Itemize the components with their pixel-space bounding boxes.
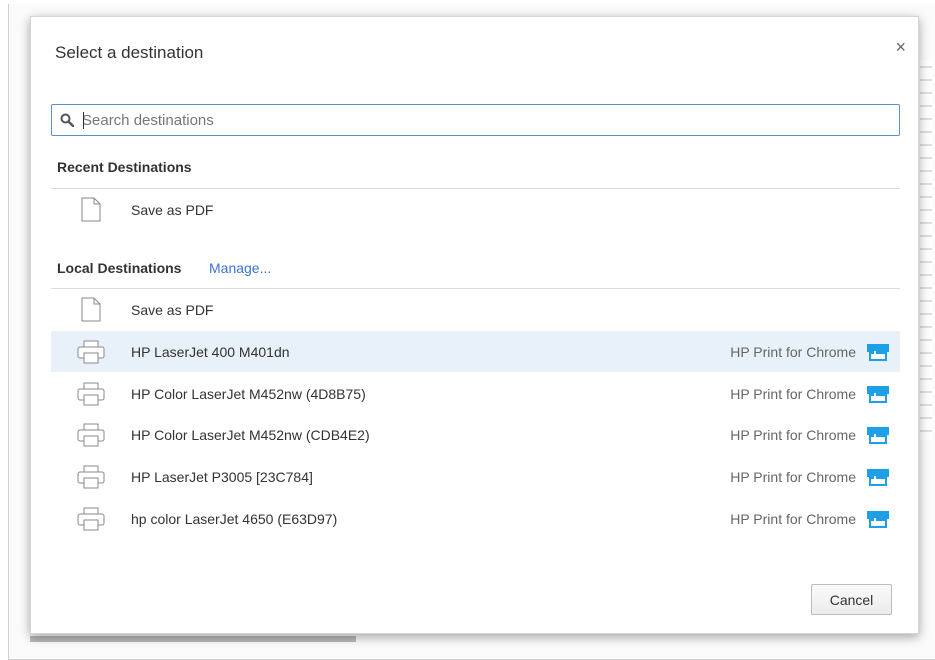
destination-label: HP Color LaserJet M452nw (CDB4E2) [131, 426, 370, 443]
extension-label: HP Print for Chrome [730, 468, 856, 485]
hp-print-extension-icon [867, 385, 889, 403]
recent-destinations-heading: Recent Destinations [57, 159, 192, 175]
destination-label: HP LaserJet 400 M401dn [131, 343, 290, 360]
background-page-text [920, 60, 932, 440]
local-item-printer[interactable]: HP Color LaserJet M452nw (4D8B75) HP Pri… [51, 373, 900, 414]
dialog-title: Select a destination [55, 43, 204, 62]
printer-icon [77, 507, 105, 530]
destination-dialog: Select a destination × Recent Destinatio… [30, 16, 919, 634]
local-item-printer[interactable]: HP LaserJet P3005 [23C784] HP Print for … [51, 456, 900, 497]
extension-label: HP Print for Chrome [730, 510, 856, 527]
hp-print-extension-icon [867, 343, 889, 361]
local-item-save-as-pdf[interactable]: Save as PDF [51, 289, 900, 330]
destination-label: Save as PDF [131, 201, 214, 218]
destination-label: Save as PDF [131, 301, 214, 318]
recent-item-save-as-pdf[interactable]: Save as PDF [51, 189, 900, 230]
close-icon[interactable]: × [895, 38, 906, 56]
search-icon [60, 113, 74, 127]
hp-print-extension-icon [867, 510, 889, 528]
destination-label: HP Color LaserJet M452nw (4D8B75) [131, 385, 366, 402]
printer-icon [77, 382, 105, 405]
hp-print-extension-icon [867, 468, 889, 486]
cancel-button[interactable]: Cancel [811, 584, 892, 615]
destination-label: hp color LaserJet 4650 (E63D97) [131, 510, 338, 527]
search-input[interactable] [82, 111, 862, 129]
local-item-printer[interactable]: HP LaserJet 400 M401dn HP Print for Chro… [51, 331, 900, 372]
hp-print-extension-icon [867, 426, 889, 444]
search-box[interactable] [51, 104, 900, 136]
extension-label: HP Print for Chrome [730, 343, 856, 360]
printer-icon [77, 340, 105, 363]
background-scrollbar[interactable] [30, 636, 356, 642]
document-icon [81, 297, 101, 322]
printer-icon [77, 465, 105, 488]
local-item-printer[interactable]: hp color LaserJet 4650 (E63D97) HP Print… [51, 498, 900, 539]
extension-label: HP Print for Chrome [730, 385, 856, 402]
extension-label: HP Print for Chrome [730, 426, 856, 443]
local-item-printer[interactable]: HP Color LaserJet M452nw (CDB4E2) HP Pri… [51, 414, 900, 455]
printer-icon [77, 423, 105, 446]
document-icon [81, 197, 101, 222]
local-destinations-heading: Local Destinations [57, 260, 182, 276]
manage-link[interactable]: Manage... [209, 260, 271, 276]
destination-label: HP LaserJet P3005 [23C784] [131, 468, 313, 485]
text-caret [83, 112, 84, 129]
